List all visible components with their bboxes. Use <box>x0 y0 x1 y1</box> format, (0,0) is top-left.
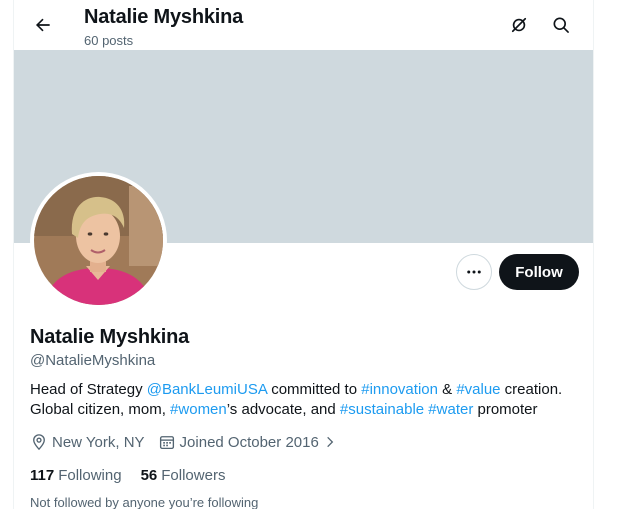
more-horizontal-icon <box>467 270 481 274</box>
bio-text: creation. <box>500 381 563 398</box>
follow-button[interactable]: Follow <box>499 254 579 290</box>
profile-column: Natalie Myshkina 60 posts Follow Natalie… <box>13 0 594 509</box>
profile-meta: New York, NY Joined October 2016 <box>30 432 354 452</box>
grok-icon <box>511 17 527 33</box>
more-options-button[interactable] <box>456 254 492 290</box>
mention-link[interactable]: @BankLeumiUSA <box>147 381 267 398</box>
profile-stats: 117 Following 56 Followers <box>30 465 244 485</box>
bio-line-2: Global citizen, mom, #women’s advocate, … <box>30 400 585 420</box>
hashtag-link[interactable]: #value <box>456 381 500 398</box>
calendar-icon <box>159 436 174 450</box>
bio-line-1: Head of Strategy @BankLeumiUSA committed… <box>30 380 585 400</box>
profile-handle: @NatalieMyshkina <box>30 352 156 369</box>
hashtag-link[interactable]: #innovation <box>361 381 438 398</box>
bio-text: promoter <box>473 401 538 418</box>
location-item: New York, NY <box>30 433 145 451</box>
bio-text: & <box>437 381 457 398</box>
top-bar: Natalie Myshkina 60 posts <box>14 0 593 50</box>
joined-text: Joined October 2016 <box>179 433 319 451</box>
followed-by-note: Not followed by anyone you’re following <box>30 495 259 509</box>
arrow-left-icon <box>35 18 50 32</box>
search-icon <box>553 17 569 33</box>
followers-count: 56 <box>140 466 158 484</box>
following-link[interactable]: 117 Following <box>30 467 122 484</box>
profile-name: Natalie Myshkina <box>30 326 190 348</box>
posts-count: 60 posts <box>84 33 134 48</box>
hashtag-link[interactable]: #sustainable <box>340 401 424 418</box>
following-label: Following <box>58 466 122 484</box>
joined-item[interactable]: Joined October 2016 <box>158 433 341 451</box>
page-title: Natalie Myshkina <box>84 6 244 28</box>
hashtag-link[interactable]: #women <box>170 401 227 418</box>
bio-text: committed to <box>267 381 362 398</box>
bio-text: Head of Strategy <box>30 381 147 398</box>
profile-bio: Head of Strategy @BankLeumiUSA committed… <box>30 380 585 420</box>
search-button[interactable] <box>544 8 578 42</box>
followers-link[interactable]: 56 Followers <box>141 467 226 484</box>
back-button[interactable] <box>26 8 60 42</box>
bio-text: Global citizen, mom, <box>30 401 171 418</box>
header-title-group: Natalie Myshkina 60 posts <box>84 5 243 49</box>
avatar-photo <box>34 176 163 305</box>
followers-label: Followers <box>161 466 226 484</box>
chevron-right-icon <box>323 435 341 449</box>
location-text: New York, NY <box>52 433 145 451</box>
location-pin-icon <box>33 434 45 451</box>
grok-button[interactable] <box>502 8 536 42</box>
bio-text: ’s advocate, and <box>226 401 340 418</box>
hashtag-link[interactable]: #water <box>428 401 473 418</box>
avatar[interactable] <box>30 172 167 309</box>
following-count: 117 <box>30 466 55 484</box>
